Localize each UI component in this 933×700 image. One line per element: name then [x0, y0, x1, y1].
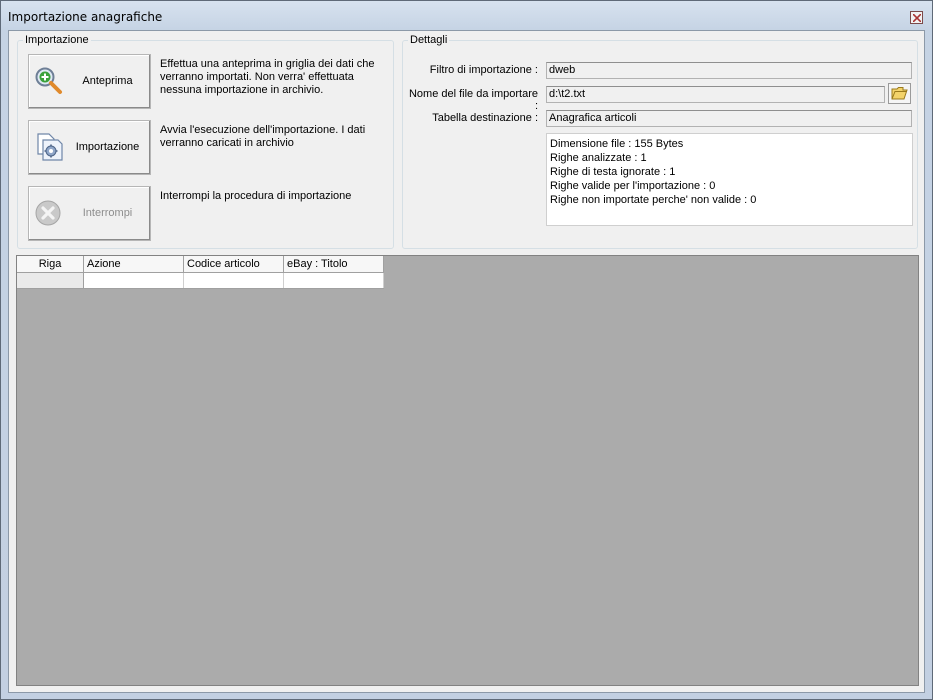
filtro-field[interactable]: dweb: [546, 62, 912, 79]
row-cell-riga[interactable]: [17, 272, 84, 289]
window-title: Importazione anagrafiche: [8, 10, 163, 24]
importazione-group-label: Importazione: [23, 34, 91, 46]
row-cell-codice-articolo[interactable]: [183, 272, 284, 289]
stop-x-icon: [35, 200, 61, 226]
column-header-riga[interactable]: Riga: [17, 256, 84, 273]
row-cell-ebay-titolo[interactable]: [283, 272, 384, 289]
tabella-field[interactable]: Anagrafica articoli: [546, 110, 912, 127]
table-row[interactable]: [17, 272, 384, 289]
anteprima-button[interactable]: Anteprima: [28, 54, 151, 109]
window: Importazione anagrafiche Importazione An…: [0, 0, 933, 700]
grid-header-row: Riga Azione Codice articolo eBay : Titol…: [17, 256, 384, 273]
file-field[interactable]: d:\t2.txt: [546, 86, 885, 103]
preview-grid[interactable]: Riga Azione Codice articolo eBay : Titol…: [16, 255, 919, 686]
dettagli-group-label: Dettagli: [408, 34, 450, 46]
column-header-ebay-titolo[interactable]: eBay : Titolo: [283, 256, 384, 273]
summary-line: Righe di testa ignorate : 1: [550, 166, 676, 178]
summary-line: Dimensione file : 155 Bytes: [550, 138, 684, 150]
document-gear-icon: [37, 133, 63, 161]
folder-icon: [891, 87, 908, 100]
tabella-label: Tabella destinazione :: [432, 112, 538, 124]
file-label: Nome del file da importare :: [408, 88, 538, 112]
close-button[interactable]: [910, 11, 923, 24]
dettagli-group: Dettagli Filtro di importazione : dweb N…: [402, 34, 918, 249]
interrompi-button-label: Interrompi: [82, 207, 133, 219]
client-area: Importazione Anteprima Effettua una ante…: [8, 30, 925, 693]
summary-line: Righe valide per l'importazione : 0: [550, 180, 716, 192]
filtro-label: Filtro di importazione :: [429, 64, 538, 76]
importazione-button[interactable]: Importazione: [28, 120, 151, 175]
anteprima-description: Effettua una anteprima in griglia dei da…: [160, 58, 375, 96]
anteprima-button-label: Anteprima: [82, 75, 133, 87]
close-icon: [913, 14, 921, 22]
column-header-codice-articolo[interactable]: Codice articolo: [183, 256, 284, 273]
importazione-group: Importazione Anteprima Effettua una ante…: [17, 34, 394, 249]
summary-line: Righe non importate perche' non valide :…: [550, 194, 757, 206]
magnifier-plus-icon: [35, 67, 62, 94]
importazione-description: Avvia l'esecuzione dell'importazione. I …: [160, 124, 366, 149]
summary-line: Righe analizzate : 1: [550, 152, 647, 164]
import-summary-box: Dimensione file : 155 Bytes Righe analiz…: [546, 133, 913, 226]
row-cell-azione[interactable]: [83, 272, 184, 289]
column-header-azione[interactable]: Azione: [83, 256, 184, 273]
importazione-button-label: Importazione: [75, 141, 140, 153]
browse-button[interactable]: [888, 83, 911, 104]
interrompi-button[interactable]: Interrompi: [28, 186, 151, 241]
interrompi-description: Interrompi la procedura di importazione: [160, 190, 352, 202]
grid-table: Riga Azione Codice articolo eBay : Titol…: [17, 256, 384, 289]
